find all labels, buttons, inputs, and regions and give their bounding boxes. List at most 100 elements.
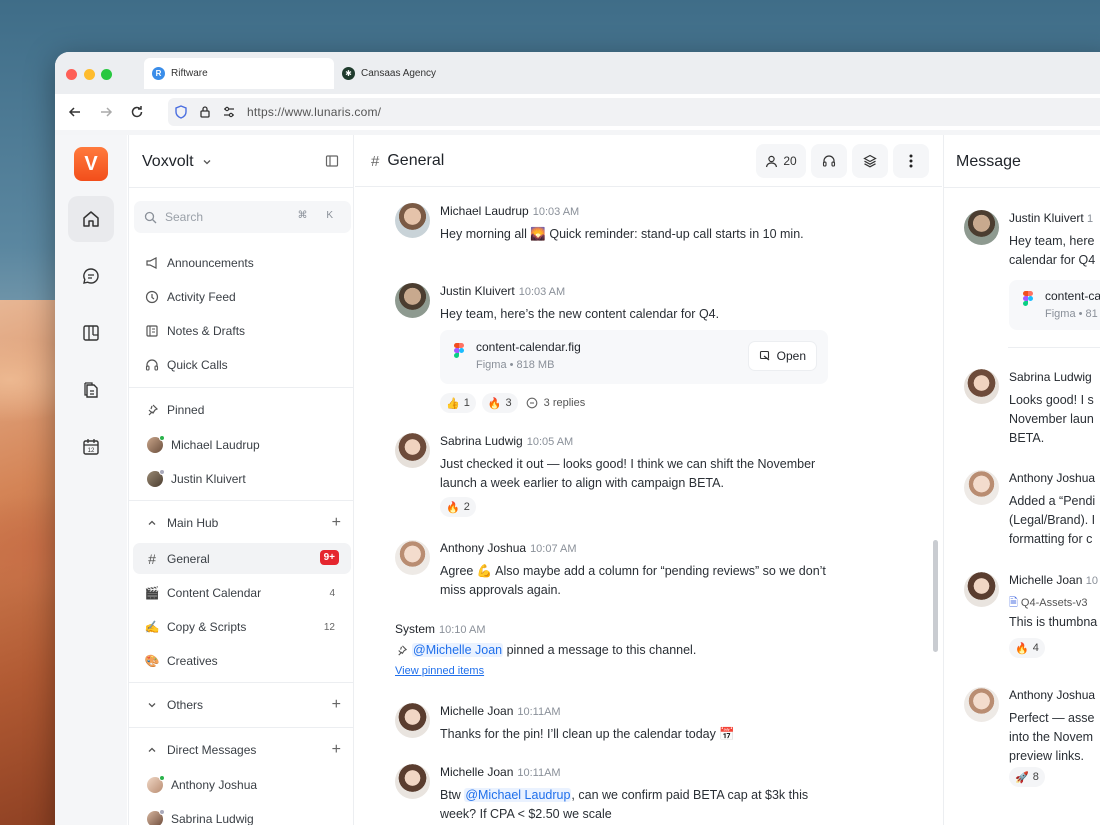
workspace-switcher[interactable]: Voxvolt [142, 153, 212, 171]
channel-count: 4 [329, 587, 335, 599]
message-author[interactable]: Sabrina Ludwig [440, 434, 523, 448]
divider [129, 500, 353, 501]
text-line: calendar for Q4 [1009, 253, 1096, 267]
reaction-chip[interactable]: 🔥 3 [481, 393, 518, 413]
palette-icon: 🎨 [144, 654, 160, 668]
maximize-window-button[interactable] [101, 69, 112, 80]
sidebar-item-justin-kluivert[interactable]: Justin Kluivert [133, 464, 351, 494]
user-mention[interactable]: @Michael Laudrup [464, 788, 572, 802]
shield-icon[interactable] [171, 102, 191, 122]
sidebar-item-general[interactable]: # General 9+ [133, 543, 351, 574]
more-options-button[interactable] [893, 144, 929, 178]
sidebar-item-quick-calls[interactable]: Quick Calls [133, 350, 351, 380]
sidebar-item-notes-drafts[interactable]: Notes & Drafts [133, 316, 351, 346]
add-channel-icon[interactable]: + [332, 514, 341, 532]
pin-icon [145, 403, 159, 417]
sidebar-item-label: Sabrina Ludwig [171, 812, 254, 825]
tab-cansaas[interactable]: ✱ Cansaas Agency [334, 58, 514, 89]
open-file-button[interactable]: Open [748, 342, 816, 370]
offline-status-indicator [159, 469, 165, 475]
sidebar-item-announcements[interactable]: Announcements [133, 248, 351, 278]
sidebar-item-copy-scripts[interactable]: ✍️ Copy & Scripts 12 [133, 612, 351, 642]
url-field[interactable]: https://www.lunaris.com/ [168, 98, 1100, 126]
lock-icon[interactable] [195, 102, 215, 122]
members-button[interactable]: 20 [756, 144, 806, 178]
reaction-chip[interactable]: 🚀 8 [1009, 767, 1045, 787]
file-name: content-ca [1045, 289, 1100, 303]
message-time: 1 [1087, 213, 1094, 225]
collapse-sidebar-icon[interactable] [325, 154, 339, 173]
avatar [147, 469, 165, 487]
chat-icon[interactable] [68, 253, 114, 299]
direct-messages-section-header[interactable]: Direct Messages + [133, 736, 351, 764]
reaction-count: 2 [463, 501, 470, 513]
reactions-row: 🔥 4 [1009, 638, 1051, 658]
message-author[interactable]: Michelle Joan [440, 765, 513, 779]
close-window-button[interactable] [66, 69, 77, 80]
open-label: Open [776, 349, 806, 363]
forward-arrow-icon[interactable] [96, 102, 116, 122]
message-author[interactable]: Justin Kluivert [1009, 211, 1084, 225]
chat-scrollbar[interactable] [933, 540, 938, 652]
text-line: formatting for c [1009, 532, 1093, 546]
divider [129, 387, 353, 388]
main-hub-section-header[interactable]: Main Hub + [133, 509, 351, 537]
replies-link[interactable]: 3 replies [526, 397, 585, 409]
file-attachment[interactable]: content-calendar.fig Figma • 818 MB Open [440, 330, 828, 384]
message-author[interactable]: Sabrina Ludwig [1009, 370, 1092, 384]
reaction-count: 3 [505, 397, 512, 409]
divider [129, 727, 353, 728]
documents-icon[interactable] [68, 367, 114, 413]
text-line: Looks good! I s [1009, 393, 1094, 407]
panel-title: Message [956, 153, 1021, 170]
sidebar-item-michael-laudrup[interactable]: Michael Laudrup [133, 430, 351, 460]
search-placeholder: Search [165, 210, 204, 224]
message-meta: Anthony Joshua 10:07 AM [440, 541, 577, 555]
message-author[interactable]: Michelle Joan [1009, 573, 1082, 587]
reaction-chip[interactable]: 👍 1 [440, 393, 476, 413]
board-icon[interactable] [68, 310, 114, 356]
attachment-line[interactable]: 🗎 Q4-Assets-v3 [1009, 594, 1100, 613]
home-icon[interactable] [68, 196, 114, 242]
view-pinned-link[interactable]: View pinned items [395, 665, 484, 677]
megaphone-icon [145, 256, 159, 270]
channel-title: # General [371, 152, 444, 170]
sidebar-item-label: Michael Laudrup [171, 438, 260, 452]
message-author[interactable]: Justin Kluivert [440, 284, 515, 298]
message-author[interactable]: Anthony Joshua [440, 541, 526, 555]
call-button[interactable] [811, 144, 847, 178]
reaction-count: 4 [1032, 642, 1039, 654]
back-arrow-icon[interactable] [65, 102, 85, 122]
message-author[interactable]: Michelle Joan [440, 704, 513, 718]
search-input[interactable]: Search ⌘ K [134, 201, 351, 233]
sidebar-item-sabrina-ludwig[interactable]: Sabrina Ludwig [133, 804, 351, 825]
reload-icon[interactable] [127, 102, 147, 122]
calendar-icon[interactable]: 12 [68, 424, 114, 470]
avatar [395, 540, 430, 575]
file-attachment[interactable]: content-ca Figma • 81 [1009, 280, 1100, 330]
site-settings-icon[interactable] [219, 102, 239, 122]
minimize-window-button[interactable] [84, 69, 95, 80]
headphones-icon [822, 155, 836, 167]
message-author: System [395, 622, 436, 636]
tab-riftware[interactable]: R Riftware [144, 58, 334, 89]
message-author[interactable]: Michael Laudrup [440, 204, 529, 218]
message-time: 10:11AM [517, 706, 561, 718]
others-section-header[interactable]: Others + [133, 691, 351, 719]
app-logo[interactable]: V [74, 147, 108, 181]
message-author[interactable]: Anthony Joshua [1009, 471, 1095, 485]
reaction-chip[interactable]: 🔥 4 [1009, 638, 1045, 658]
sidebar-item-label: Anthony Joshua [171, 778, 258, 792]
message-text: Thanks for the pin! I’ll clean up the ca… [440, 727, 735, 741]
sidebar-item-activity-feed[interactable]: Activity Feed [133, 282, 351, 312]
add-dm-icon[interactable]: + [332, 741, 341, 759]
message-author[interactable]: Anthony Joshua [1009, 688, 1095, 702]
layers-button[interactable] [852, 144, 888, 178]
sidebar-item-content-calendar[interactable]: 🎬 Content Calendar 4 [133, 578, 351, 608]
pinned-section-header[interactable]: Pinned [133, 396, 351, 424]
add-other-icon[interactable]: + [332, 696, 341, 714]
sidebar-item-anthony-joshua[interactable]: Anthony Joshua [133, 770, 351, 800]
reaction-chip[interactable]: 🔥 2 [440, 497, 476, 517]
sidebar-item-creatives[interactable]: 🎨 Creatives [133, 646, 351, 676]
user-mention[interactable]: @Michelle Joan [412, 643, 504, 657]
